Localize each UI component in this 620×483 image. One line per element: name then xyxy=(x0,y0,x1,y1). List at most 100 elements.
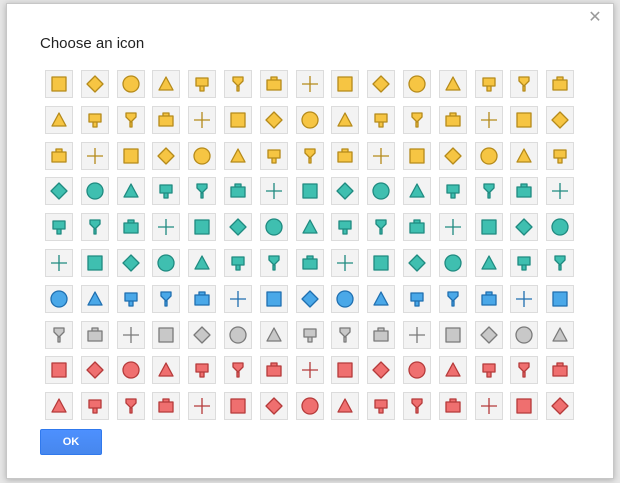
icon-option[interactable] xyxy=(438,141,467,170)
icon-option[interactable] xyxy=(116,105,145,134)
icon-option[interactable] xyxy=(402,141,431,170)
icon-option[interactable] xyxy=(152,141,181,170)
icon-option[interactable] xyxy=(259,213,288,242)
icon-option[interactable] xyxy=(402,105,431,134)
icon-option[interactable] xyxy=(474,177,503,206)
icon-option[interactable] xyxy=(80,248,109,277)
icon-option[interactable] xyxy=(45,177,73,206)
icon-option[interactable] xyxy=(45,356,73,385)
ok-button[interactable]: OK xyxy=(40,429,102,455)
icon-option[interactable] xyxy=(438,320,467,349)
icon-option[interactable] xyxy=(223,392,252,421)
icon-option[interactable] xyxy=(331,70,360,98)
icon-option[interactable] xyxy=(402,356,431,385)
icon-option[interactable] xyxy=(259,248,288,277)
icon-option[interactable] xyxy=(188,105,217,134)
icon-option[interactable] xyxy=(402,392,431,421)
icon-option[interactable] xyxy=(45,248,73,277)
icon-option[interactable] xyxy=(188,141,217,170)
icon-option[interactable] xyxy=(188,248,217,277)
icon-option[interactable] xyxy=(510,392,539,421)
icon-option[interactable] xyxy=(80,213,109,242)
icon-option[interactable] xyxy=(331,105,360,134)
icon-option[interactable] xyxy=(367,70,396,98)
icon-option[interactable] xyxy=(45,70,73,98)
icon-option[interactable] xyxy=(116,141,145,170)
icon-option[interactable] xyxy=(116,392,145,421)
icon-option[interactable] xyxy=(510,356,539,385)
icon-option[interactable] xyxy=(152,177,181,206)
icon-option[interactable] xyxy=(152,248,181,277)
icon-option[interactable] xyxy=(474,141,503,170)
icon-option[interactable] xyxy=(295,213,324,242)
icon-option[interactable] xyxy=(438,392,467,421)
icon-option[interactable] xyxy=(116,320,145,349)
icon-option[interactable] xyxy=(546,213,575,242)
icon-option[interactable] xyxy=(188,177,217,206)
icon-option[interactable] xyxy=(152,392,181,421)
icon-option[interactable] xyxy=(223,70,252,98)
icon-option[interactable] xyxy=(152,70,181,98)
icon-option[interactable] xyxy=(474,320,503,349)
icon-option[interactable] xyxy=(331,356,360,385)
icon-option[interactable] xyxy=(116,213,145,242)
icon-option[interactable] xyxy=(223,320,252,349)
icon-option[interactable] xyxy=(152,320,181,349)
icon-option[interactable] xyxy=(152,105,181,134)
icon-option[interactable] xyxy=(259,392,288,421)
icon-option[interactable] xyxy=(45,392,73,421)
icon-option[interactable] xyxy=(295,284,324,313)
icon-option[interactable] xyxy=(331,248,360,277)
icon-option[interactable] xyxy=(510,284,539,313)
icon-option[interactable] xyxy=(474,105,503,134)
icon-option[interactable] xyxy=(367,213,396,242)
icon-option[interactable] xyxy=(152,356,181,385)
icon-option[interactable] xyxy=(546,356,575,385)
icon-option[interactable] xyxy=(438,248,467,277)
icon-option[interactable] xyxy=(474,70,503,98)
icon-option[interactable] xyxy=(80,70,109,98)
icon-option[interactable] xyxy=(510,213,539,242)
icon-option[interactable] xyxy=(546,105,575,134)
icon-option[interactable] xyxy=(223,284,252,313)
icon-option[interactable] xyxy=(295,320,324,349)
icon-option[interactable] xyxy=(402,177,431,206)
icon-option[interactable] xyxy=(546,320,575,349)
icon-option[interactable] xyxy=(80,105,109,134)
icon-option[interactable] xyxy=(45,320,73,349)
icon-option[interactable] xyxy=(116,177,145,206)
icon-option[interactable] xyxy=(367,105,396,134)
icon-option[interactable] xyxy=(510,105,539,134)
icon-option[interactable] xyxy=(510,248,539,277)
icon-option[interactable] xyxy=(367,248,396,277)
icon-option[interactable] xyxy=(295,248,324,277)
icon-option[interactable] xyxy=(259,284,288,313)
icon-option[interactable] xyxy=(474,213,503,242)
icon-option[interactable] xyxy=(259,141,288,170)
icon-option[interactable] xyxy=(510,177,539,206)
icon-option[interactable] xyxy=(188,284,217,313)
icon-option[interactable] xyxy=(259,320,288,349)
icon-option[interactable] xyxy=(331,177,360,206)
icon-option[interactable] xyxy=(45,105,73,134)
icon-option[interactable] xyxy=(438,213,467,242)
icon-option[interactable] xyxy=(438,177,467,206)
icon-option[interactable] xyxy=(295,141,324,170)
icon-option[interactable] xyxy=(367,284,396,313)
icon-option[interactable] xyxy=(152,213,181,242)
icon-option[interactable] xyxy=(546,392,575,421)
icon-option[interactable] xyxy=(295,356,324,385)
icon-option[interactable] xyxy=(367,141,396,170)
icon-option[interactable] xyxy=(259,70,288,98)
icon-option[interactable] xyxy=(474,284,503,313)
icon-option[interactable] xyxy=(116,70,145,98)
close-icon[interactable]: ✕ xyxy=(587,10,603,26)
icon-option[interactable] xyxy=(367,177,396,206)
icon-option[interactable] xyxy=(438,356,467,385)
icon-option[interactable] xyxy=(474,248,503,277)
icon-option[interactable] xyxy=(223,356,252,385)
icon-option[interactable] xyxy=(474,392,503,421)
icon-option[interactable] xyxy=(438,105,467,134)
icon-option[interactable] xyxy=(510,141,539,170)
icon-option[interactable] xyxy=(188,320,217,349)
